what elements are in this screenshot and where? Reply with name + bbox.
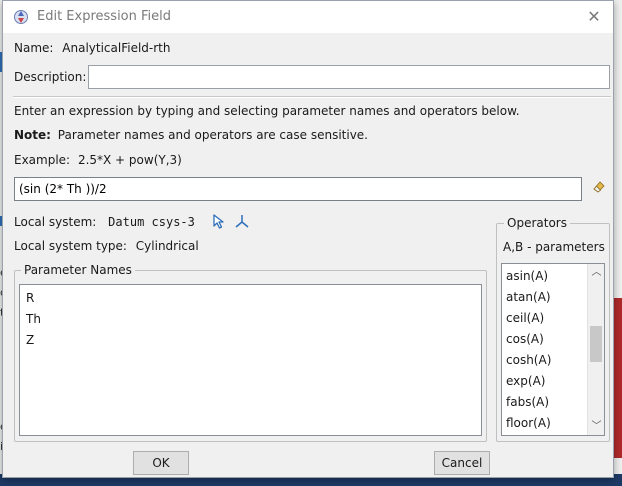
note-row: Note: Parameter names and operators are … — [14, 128, 368, 142]
local-system-type-label: Local system type: — [14, 239, 127, 253]
note-label: Note: — [14, 128, 51, 142]
cursor-arrow-icon[interactable] — [211, 213, 227, 229]
eraser-icon[interactable] — [591, 178, 607, 194]
local-system-type-value: Cylindrical — [135, 239, 199, 253]
name-label: Name: — [14, 41, 54, 55]
window-title: Edit Expression Field — [37, 9, 172, 24]
background-app-right — [614, 0, 622, 486]
name-row: Name: AnalyticalField-rth — [14, 41, 170, 55]
example-text: 2.5*X + pow(Y,3) — [77, 153, 182, 167]
name-value: AnalyticalField-rth — [62, 41, 171, 55]
scroll-thumb[interactable] — [590, 326, 602, 362]
example-row: Example: 2.5*X + pow(Y,3) — [14, 153, 182, 167]
local-system-value: Datum csys-3 — [108, 215, 195, 229]
app-logo-icon — [14, 10, 28, 24]
parameter-names-title: Parameter Names — [21, 263, 135, 277]
example-label: Example: — [14, 153, 71, 167]
scroll-down-icon[interactable]: ﹀ — [588, 418, 604, 435]
note-text: Parameter names and operators are case s… — [57, 128, 368, 142]
instruction-text: Enter an expression by typing and select… — [14, 104, 520, 118]
close-button[interactable]: ✕ — [583, 6, 605, 28]
cancel-button[interactable]: Cancel — [434, 451, 490, 475]
ok-button[interactable]: OK — [133, 451, 189, 475]
operators-scrollbar[interactable]: ︿ ﹀ — [587, 264, 604, 435]
parameter-names-list[interactable]: R Th Z — [19, 284, 482, 436]
parameter-list-items: R Th Z — [20, 285, 481, 351]
close-icon: ✕ — [587, 7, 601, 26]
csys-triad-icon[interactable] — [234, 213, 250, 229]
description-input[interactable] — [88, 65, 610, 89]
parameter-item-r[interactable]: R — [20, 288, 481, 309]
title-bar[interactable]: Edit Expression Field ✕ — [3, 1, 613, 33]
expression-input[interactable] — [14, 177, 582, 201]
operators-subtitle: A,B - parameters — [503, 240, 605, 254]
divider — [13, 96, 611, 98]
background-highlight — [614, 298, 622, 458]
edit-expression-field-dialog: Edit Expression Field ✕ Name: Analytical… — [2, 0, 614, 478]
local-system-label: Local system: — [14, 215, 97, 229]
description-label: Description: — [14, 70, 87, 84]
local-system-row: Local system: Datum csys-3 — [14, 215, 195, 229]
parameter-item-th[interactable]: Th — [20, 309, 481, 330]
operators-title: Operators — [504, 216, 570, 230]
operators-list[interactable]: asin(A) atan(A) ceil(A) cos(A) cosh(A) e… — [501, 263, 605, 436]
scroll-up-icon[interactable]: ︿ — [588, 264, 604, 281]
local-system-type-row: Local system type: Cylindrical — [14, 239, 199, 253]
parameter-item-z[interactable]: Z — [20, 330, 481, 351]
